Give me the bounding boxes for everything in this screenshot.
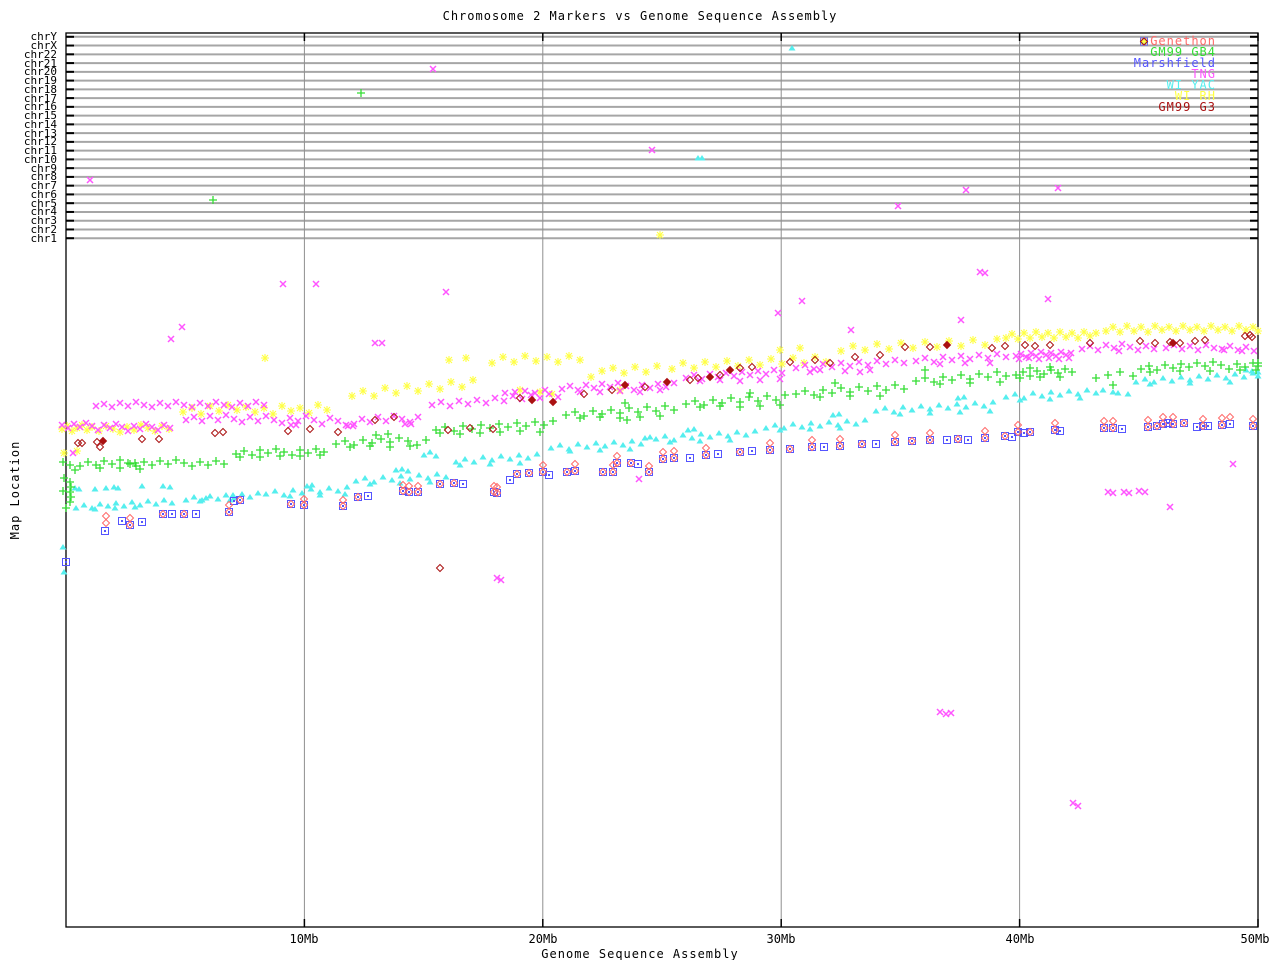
square-marker-icon — [1139, 37, 1242, 69]
series-wi-rh — [58, 231, 1262, 457]
mb-gridlines — [303, 33, 1259, 927]
x-tick-label-50mb: 50Mb — [1240, 932, 1270, 946]
plot-canvas — [58, 32, 1262, 928]
legend-label: GM99 G3 — [1158, 100, 1216, 114]
plot-frame — [65, 32, 1259, 928]
legend: Genethon GM99 GB4 Marshfield TNG WI YAC … — [1134, 35, 1242, 114]
x-tick-label-10mb: 10Mb — [289, 932, 319, 946]
diamond-marker-icon — [1139, 37, 1242, 113]
diamond-marker-icon — [1139, 36, 1242, 47]
chromosome-gridlines — [66, 35, 1258, 240]
plus-marker-icon — [1139, 37, 1242, 58]
star-marker-icon — [1139, 37, 1242, 102]
series-gm99-gb4 — [59, 89, 1262, 512]
legend-item: GM99 G3 — [1134, 37, 1242, 114]
x-marker-icon — [1140, 37, 1242, 80]
x-tick-label-20mb: 20Mb — [528, 932, 558, 946]
legend-item: Marshfield — [1134, 37, 1242, 69]
series-genethon — [101, 412, 1258, 530]
x-tick-label-30mb: 30Mb — [766, 932, 796, 946]
triangle-marker-icon — [1140, 38, 1242, 91]
chart-window: Chromosome 2 Markers vs Genome Sequence … — [0, 0, 1280, 960]
y-tick-label-chr1: chr1 — [30, 231, 58, 245]
x-tick-label-40mb: 40Mb — [1005, 932, 1035, 946]
